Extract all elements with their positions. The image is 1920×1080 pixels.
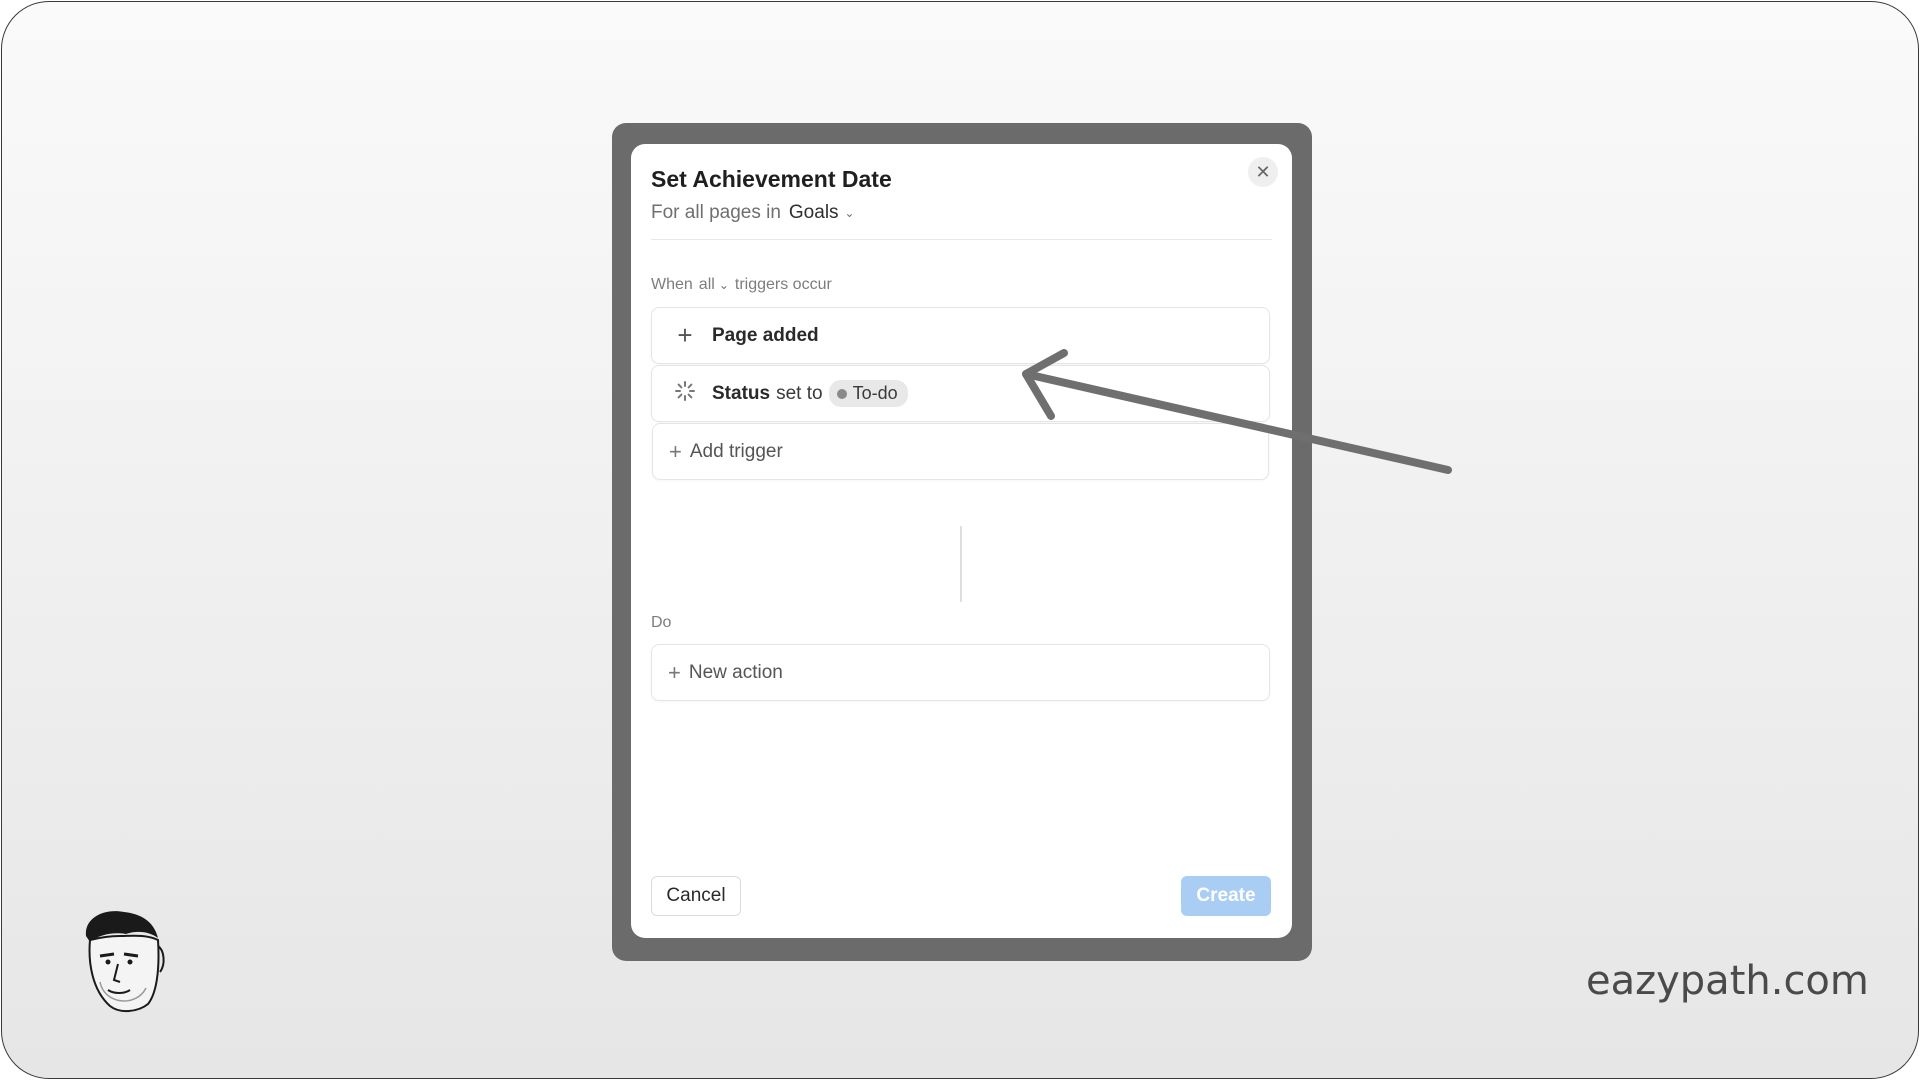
screen-frame: Set Achievement Date ✕ For all pages in … [1, 1, 1919, 1079]
annotation-arrow-icon [1022, 349, 1452, 474]
avatar-illustration-icon [85, 911, 165, 1012]
brand-watermark: eazypath.com [1586, 958, 1869, 1004]
